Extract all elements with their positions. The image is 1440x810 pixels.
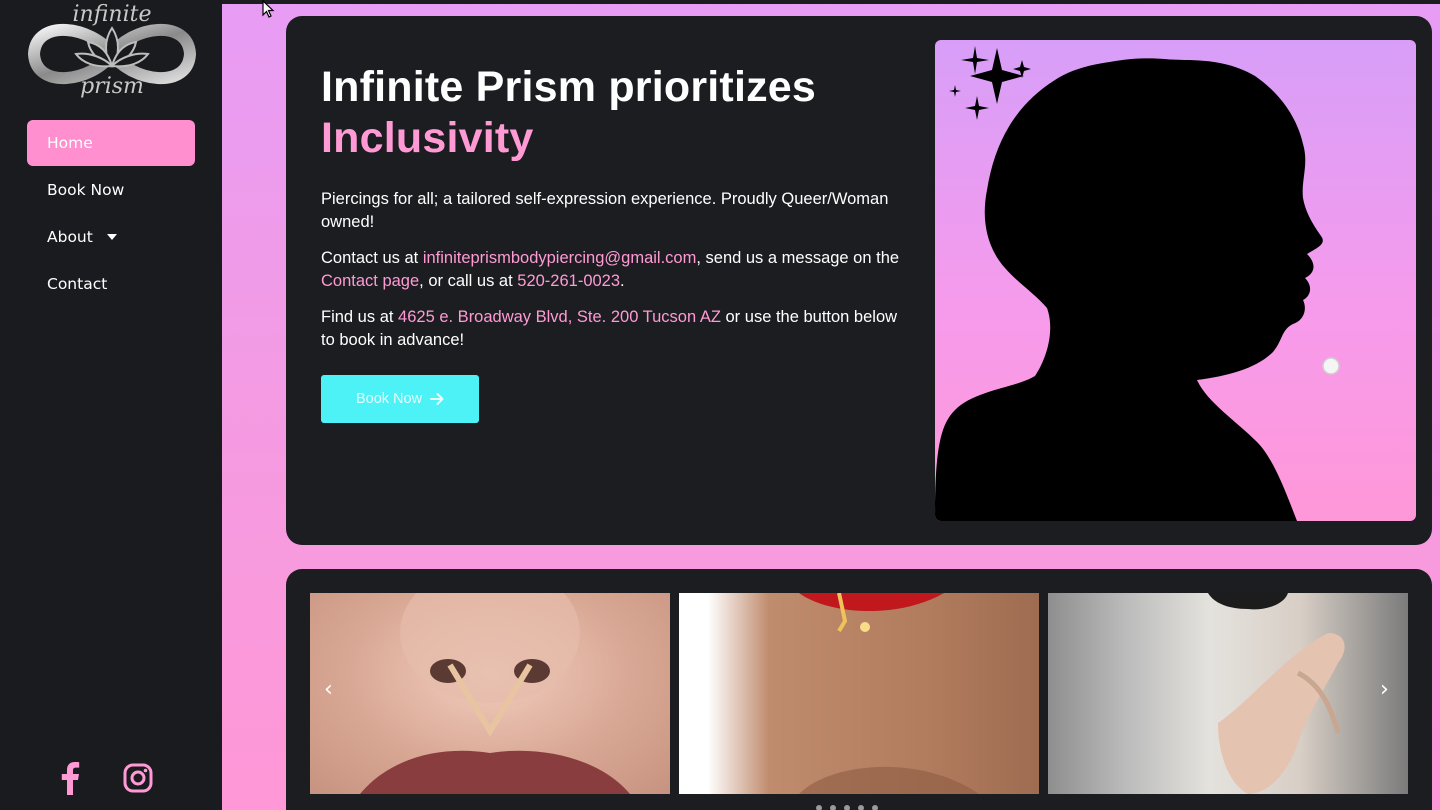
hero-paragraph-1: Piercings for all; a tailored self-expre… xyxy=(321,190,889,231)
logo-text-bottom: prism xyxy=(80,74,144,99)
phone-link[interactable]: 520-261-0023 xyxy=(517,272,620,290)
gallery-image-septum[interactable] xyxy=(310,593,670,794)
site-logo[interactable]: infinite prism xyxy=(27,2,197,108)
carousel-dot[interactable] xyxy=(844,805,850,810)
contact-mid: , send us a message on the xyxy=(696,249,900,267)
arrow-right-icon xyxy=(430,393,444,405)
woman-silhouette xyxy=(935,46,1340,521)
nav-item-home[interactable]: Home xyxy=(27,120,195,166)
hero-title: Infinite Prism prioritizes Inclusivity xyxy=(321,62,816,164)
carousel-dot[interactable] xyxy=(816,805,822,810)
chevron-down-icon xyxy=(106,234,117,240)
mouse-cursor-icon xyxy=(262,0,275,18)
hero-description: Piercings for all; a tailored self-expre… xyxy=(321,188,901,365)
address-prefix: Find us at xyxy=(321,308,399,326)
carousel-prev-arrow[interactable]: ‹ xyxy=(324,677,333,702)
contact-page-link[interactable]: Contact page xyxy=(321,272,419,290)
gallery-image-lip[interactable] xyxy=(679,593,1039,794)
nav-item-contact[interactable]: Contact xyxy=(27,261,195,307)
sidebar: infinite prism Home Book Now About Conta… xyxy=(0,0,222,810)
contact-mid2: , or call us at xyxy=(419,271,518,290)
nav-item-about-label: About xyxy=(47,228,93,246)
hero-card: Infinite Prism prioritizes Inclusivity P… xyxy=(286,16,1432,545)
instagram-icon[interactable] xyxy=(120,760,156,796)
earring-icon xyxy=(1322,357,1340,375)
carousel-dot[interactable] xyxy=(858,805,864,810)
contact-end: . xyxy=(620,271,625,290)
carousel-next-arrow[interactable]: › xyxy=(1380,677,1389,702)
carousel-dot[interactable] xyxy=(830,805,836,810)
main-nav: Home Book Now About Contact xyxy=(27,120,195,308)
nav-item-home-label: Home xyxy=(47,134,93,152)
email-link[interactable]: infiniteprismbodypiercing@gmail.com xyxy=(423,249,697,267)
nav-item-about[interactable]: About xyxy=(27,214,195,260)
hero-title-accent: Inclusivity xyxy=(321,114,534,162)
logo-text-top: infinite xyxy=(72,2,152,27)
gallery-carousel: ‹ › xyxy=(286,569,1432,810)
book-now-label: Book Now xyxy=(355,391,423,407)
hero-paragraph-2: Contact us at infiniteprismbodypiercing@… xyxy=(321,247,901,292)
nav-item-contact-label: Contact xyxy=(47,275,108,293)
sparkle-icon xyxy=(970,48,1024,104)
address-link[interactable]: 4625 e. Broadway Blvd, Ste. 200 Tucson A… xyxy=(398,308,721,326)
nav-item-book-now-label: Book Now xyxy=(47,181,125,199)
hero-silhouette-image xyxy=(935,40,1416,521)
book-now-button[interactable]: Book Now xyxy=(321,375,479,423)
carousel-dots xyxy=(816,805,878,810)
nav-item-book-now[interactable]: Book Now xyxy=(27,167,195,213)
contact-prefix: Contact us at xyxy=(321,249,423,267)
hero-paragraph-3: Find us at 4625 e. Broadway Blvd, Ste. 2… xyxy=(321,306,901,351)
gallery-image-hand[interactable] xyxy=(1048,593,1408,794)
carousel-dot[interactable] xyxy=(872,805,878,810)
hero-title-line1: Infinite Prism prioritizes xyxy=(321,63,817,111)
facebook-icon[interactable] xyxy=(52,760,88,796)
